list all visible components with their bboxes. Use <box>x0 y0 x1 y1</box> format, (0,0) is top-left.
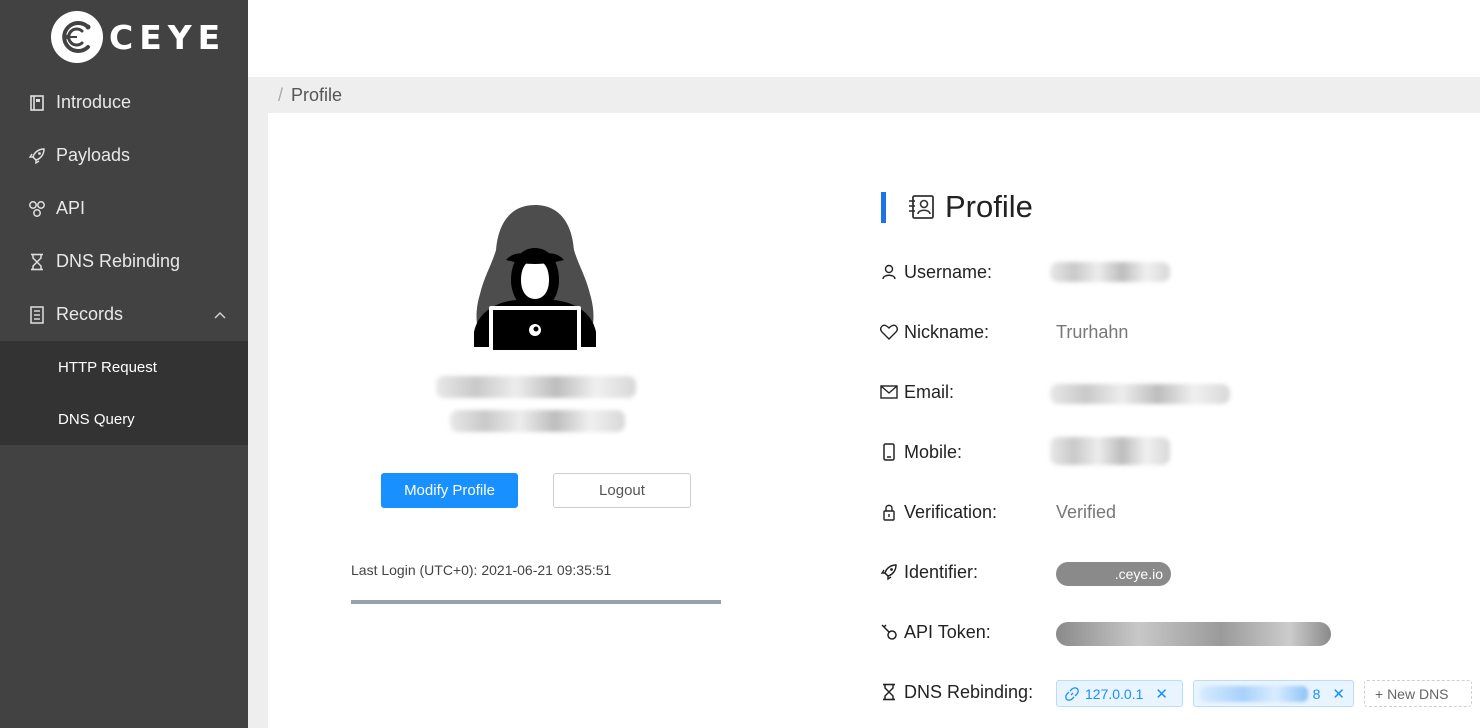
section-accent-bar <box>881 192 886 223</box>
username-row: Username: <box>880 260 992 284</box>
dns-tag-label: 127.0.0.1 <box>1085 685 1144 702</box>
ceye-logo[interactable]: CEYE <box>51 11 226 63</box>
top-header <box>248 0 1480 77</box>
login-progress-fill <box>351 600 721 604</box>
brand-name: CEYE <box>109 17 227 57</box>
email-label: Email: <box>904 381 955 402</box>
verification-label: Verification: <box>904 501 998 522</box>
hourglass-icon <box>880 683 898 701</box>
sidebar-item-label: Payloads <box>56 145 131 165</box>
mobile-row: Mobile: <box>880 440 962 464</box>
mobile-phone-icon <box>880 443 898 461</box>
records-submenu: HTTP Request DNS Query <box>0 341 248 445</box>
dns-tag[interactable]: 8 ✕ <box>1193 680 1354 707</box>
rocket-icon <box>28 147 46 165</box>
sidebar-subitem-http-request[interactable]: HTTP Request <box>0 341 248 393</box>
dns-rebinding-label: DNS Rebinding: <box>904 681 1034 702</box>
api-token-value-redacted[interactable] <box>1056 622 1331 646</box>
sidebar-item-payloads[interactable]: Payloads <box>0 129 248 182</box>
ceye-logo-icon <box>51 11 103 63</box>
breadcrumb: / Profile <box>248 77 1480 113</box>
key-icon <box>880 623 898 641</box>
api-token-label: API Token: <box>904 621 991 642</box>
sidebar-item-dns-rebinding[interactable]: DNS Rebinding <box>0 235 248 288</box>
nickname-row: Nickname: <box>880 320 989 344</box>
sidebar-item-records[interactable]: Records <box>0 288 248 341</box>
login-progress-bar <box>351 600 721 604</box>
sidebar-nav: Introduce Payloads API DNS Rebinding Rec… <box>0 76 248 445</box>
modify-profile-button[interactable]: Modify Profile <box>381 473 518 508</box>
lock-icon <box>880 503 898 521</box>
hacker-avatar <box>470 202 600 357</box>
sidebar-item-label: Introduce <box>56 92 132 112</box>
records-icon <box>28 305 46 324</box>
sidebar-subitem-dns-query[interactable]: DNS Query <box>0 393 248 445</box>
book-icon <box>28 94 46 112</box>
dns-tag[interactable]: 127.0.0.1 ✕ <box>1056 680 1183 707</box>
api-icon <box>28 200 46 218</box>
sidebar-item-introduce[interactable]: Introduce <box>0 76 248 129</box>
verification-row: Verification: <box>880 500 997 524</box>
hourglass-icon <box>28 253 46 271</box>
identifier-value[interactable]: .ceye.io <box>1056 562 1171 586</box>
breadcrumb-current: Profile <box>291 84 343 105</box>
identifier-label: Identifier: <box>904 561 979 582</box>
identifier-row: Identifier: <box>880 560 978 584</box>
close-icon[interactable]: ✕ <box>1155 685 1168 703</box>
link-icon <box>1065 686 1079 701</box>
dns-tag-redacted <box>1200 686 1308 702</box>
user-icon <box>880 263 898 281</box>
content-gutter <box>248 113 268 728</box>
account-name-redacted <box>436 376 636 398</box>
dns-tag-label: 8 <box>1312 685 1321 702</box>
dns-rebinding-row: DNS Rebinding: <box>880 680 1033 704</box>
email-value-redacted <box>1050 384 1230 404</box>
profile-card-icon <box>907 194 935 220</box>
username-value-redacted <box>1050 262 1170 282</box>
api-token-row: API Token: <box>880 620 991 644</box>
breadcrumb-separator: / <box>278 84 284 105</box>
close-icon[interactable]: ✕ <box>1332 685 1345 703</box>
account-email-redacted <box>450 410 625 432</box>
verification-value: Verified <box>1056 502 1117 522</box>
profile-section-title: Profile <box>945 189 1033 224</box>
sidebar: CEYE Introduce Payloads API DNS Rebindin… <box>0 0 248 728</box>
nickname-label: Nickname: <box>904 321 990 342</box>
heart-icon <box>880 323 898 341</box>
username-label: Username: <box>904 261 993 282</box>
email-row: Email: <box>880 380 954 404</box>
nickname-value: Trurhahn <box>1056 322 1129 342</box>
last-login-text: Last Login (UTC+0): 2021-06-21 09:35:51 <box>351 562 612 578</box>
logout-button[interactable]: Logout <box>553 473 691 508</box>
sidebar-item-label: API <box>56 198 86 218</box>
mobile-label: Mobile: <box>904 441 963 462</box>
rocket-icon <box>880 563 898 581</box>
identifier-suffix: .ceye.io <box>1114 566 1163 582</box>
new-dns-button[interactable]: + New DNS <box>1364 680 1472 707</box>
chevron-up-icon[interactable] <box>214 309 226 321</box>
sidebar-item-label: DNS Rebinding <box>56 251 181 271</box>
sidebar-item-label: Records <box>56 304 124 324</box>
mail-icon <box>880 383 898 401</box>
sidebar-item-api[interactable]: API <box>0 182 248 235</box>
mobile-value-redacted <box>1050 437 1170 465</box>
